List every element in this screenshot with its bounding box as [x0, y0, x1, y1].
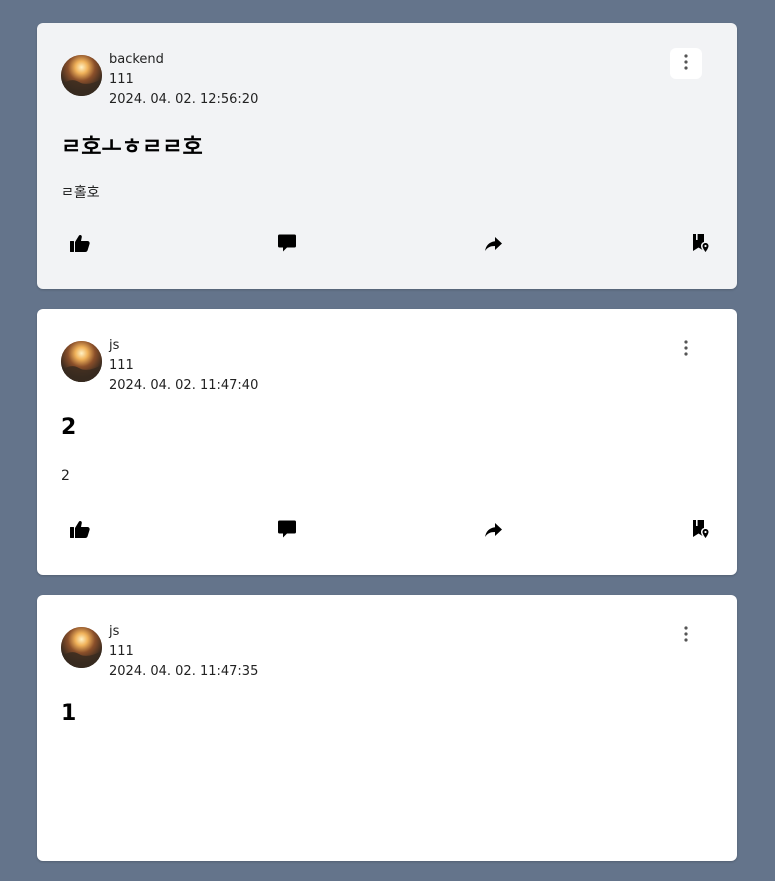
- post-title: 2: [61, 415, 77, 440]
- author-subline: 111: [109, 72, 134, 87]
- comment-icon: [278, 234, 296, 256]
- post-timestamp: 2024. 04. 02. 11:47:40: [109, 378, 259, 393]
- save-button[interactable]: [689, 233, 713, 257]
- author-name[interactable]: js: [109, 622, 258, 642]
- avatar[interactable]: [61, 341, 102, 382]
- post-card[interactable]: js 111 2024. 04. 02. 11:47:35 1: [37, 595, 737, 861]
- like-button[interactable]: [68, 233, 92, 257]
- bookmark-location-icon: [692, 234, 710, 256]
- post-timestamp: 2024. 04. 02. 12:56:20: [109, 92, 259, 107]
- post-actions: [37, 231, 737, 259]
- post-feed: backend 111 2024. 04. 02. 12:56:20 ㄹ호ㅗㅎㄹ…: [37, 23, 737, 881]
- avatar[interactable]: [61, 627, 102, 668]
- post-meta: backend 111 2024. 04. 02. 12:56:20: [109, 50, 258, 110]
- post-meta: js 111 2024. 04. 02. 11:47:35: [109, 622, 258, 682]
- thumbs-up-icon: [70, 234, 90, 256]
- share-button[interactable]: [481, 519, 505, 543]
- bookmark-location-icon: [692, 520, 710, 542]
- share-arrow-icon: [484, 522, 502, 541]
- share-arrow-icon: [484, 236, 502, 255]
- more-options-button[interactable]: [670, 48, 702, 79]
- comment-icon: [278, 520, 296, 542]
- post-title: ㄹ호ㅗㅎㄹㄹ호: [61, 135, 203, 160]
- author-subline: 111: [109, 358, 134, 373]
- post-actions: [37, 517, 737, 545]
- comment-button[interactable]: [275, 519, 299, 543]
- author-name[interactable]: backend: [109, 50, 258, 70]
- more-vertical-icon: [684, 53, 688, 74]
- post-meta: js 111 2024. 04. 02. 11:47:40: [109, 336, 258, 396]
- post-card[interactable]: js 111 2024. 04. 02. 11:47:40 2 2: [37, 309, 737, 575]
- thumbs-up-icon: [70, 520, 90, 542]
- share-button[interactable]: [481, 233, 505, 257]
- more-options-button[interactable]: [670, 334, 702, 365]
- more-vertical-icon: [684, 339, 688, 360]
- more-vertical-icon: [684, 625, 688, 646]
- author-name[interactable]: js: [109, 336, 258, 356]
- post-body: ㄹ홀호: [61, 185, 100, 201]
- comment-button[interactable]: [275, 233, 299, 257]
- post-body: 2: [61, 468, 70, 484]
- post-card[interactable]: backend 111 2024. 04. 02. 12:56:20 ㄹ호ㅗㅎㄹ…: [37, 23, 737, 289]
- save-button[interactable]: [689, 519, 713, 543]
- like-button[interactable]: [68, 519, 92, 543]
- post-title: 1: [61, 701, 77, 726]
- author-subline: 111: [109, 644, 134, 659]
- post-timestamp: 2024. 04. 02. 11:47:35: [109, 664, 259, 679]
- more-options-button[interactable]: [670, 620, 702, 651]
- avatar[interactable]: [61, 55, 102, 96]
